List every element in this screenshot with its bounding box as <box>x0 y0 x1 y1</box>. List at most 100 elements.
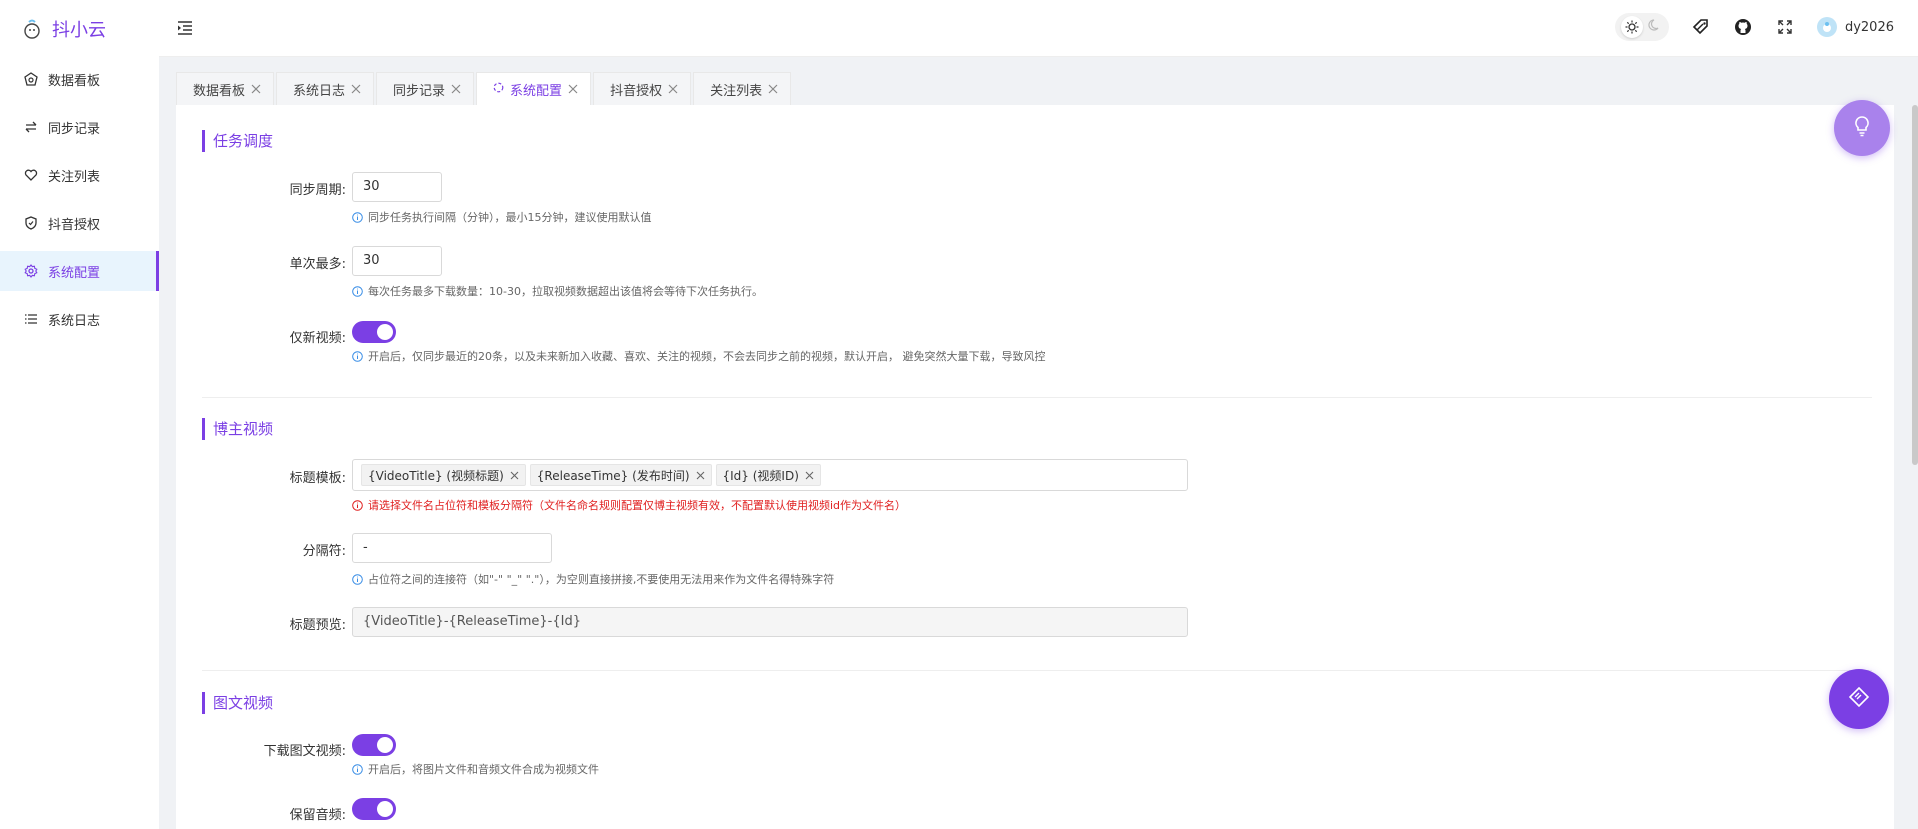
sync-icon <box>24 120 38 134</box>
tag-label: {ReleaseTime} (发布时间) <box>536 468 690 483</box>
sidebar-item-auth[interactable]: 抖音授权 <box>0 203 159 243</box>
sidebar: 抖小云 数据看板 同步记录 关注列表 抖音授权 系统配置 系统日志 <box>0 0 159 829</box>
hint-text: 占位符之间的连接符（如"-" "_" "."），为空则直接拼接,不要使用无法用来… <box>368 573 835 586</box>
close-icon[interactable] <box>568 84 578 94</box>
cloud-mascot-icon <box>22 18 42 40</box>
sidebar-item-label: 系统配置 <box>48 265 101 281</box>
section-divider <box>202 670 1872 671</box>
theme-toggle[interactable] <box>1614 13 1669 41</box>
sidebar-item-follow[interactable]: 关注列表 <box>0 155 159 195</box>
tab-sync[interactable]: 同步记录 <box>376 72 475 105</box>
keep-audio-switch[interactable] <box>352 798 396 820</box>
brand[interactable]: 抖小云 <box>0 0 159 57</box>
tag-icon[interactable] <box>1691 17 1711 37</box>
sync-period-hint: 同步任务执行间隔（分钟），最小15分钟，建议使用默认值 <box>352 209 652 225</box>
top-header: dy2026 <box>159 0 1918 57</box>
title-template-label: 标题模板: <box>289 471 346 486</box>
max-per-run-hint: 每次任务最多下载数量：10-30，拉取视频数据超出该值将会等待下次任务执行。 <box>352 283 763 299</box>
close-icon[interactable] <box>696 471 705 480</box>
sidebar-item-label: 关注列表 <box>48 169 101 185</box>
tab-label: 抖音授权 <box>610 83 663 99</box>
page-tabs: 数据看板 系统日志 同步记录 系统配置 抖音授权 关注列表 <box>176 72 792 105</box>
sidebar-item-dashboard[interactable]: 数据看板 <box>0 59 159 99</box>
tab-label: 数据看板 <box>193 83 246 99</box>
download-image-video-hint: 开启后，将图片文件和音频文件合成为视频文件 <box>352 761 599 777</box>
tab-auth[interactable]: 抖音授权 <box>593 72 692 105</box>
hint-text: 请选择文件名占位符和模板分隔符（文件名命名规则配置仅博主视频有效，不配置默认使用… <box>368 499 907 512</box>
list-icon <box>24 312 38 326</box>
tag-label: {Id} (视频ID) <box>722 468 799 483</box>
tag-label: {VideoTitle} (视频标题) <box>368 468 504 483</box>
sync-period-label: 同步周期: <box>289 183 346 198</box>
hint-text: 开启后，仅同步最近的20条，以及未来新加入收藏、喜欢、关注的视频，不会去同步之前… <box>368 350 1046 363</box>
section-title-blogger: 博主视频 <box>202 418 273 440</box>
sidebar-item-label: 同步记录 <box>48 121 101 137</box>
tab-settings[interactable]: 系统配置 <box>476 72 592 105</box>
settings-content: 任务调度 同步周期: 30 同步任务执行间隔（分钟），最小15分钟，建议使用默认… <box>176 105 1894 829</box>
title-template-hint: 请选择文件名占位符和模板分隔符（文件名命名规则配置仅博主视频有效，不配置默认使用… <box>352 497 906 513</box>
separator-label: 分隔符: <box>302 544 346 559</box>
sun-icon <box>1621 16 1644 38</box>
info-icon <box>352 211 363 223</box>
sidebar-item-sync[interactable]: 同步记录 <box>0 107 159 147</box>
download-image-video-switch[interactable] <box>352 734 396 756</box>
tab-dashboard[interactable]: 数据看板 <box>176 72 275 105</box>
info-icon <box>352 285 363 297</box>
info-icon <box>352 573 363 585</box>
fullscreen-icon[interactable] <box>1775 17 1795 37</box>
max-per-run-input[interactable]: 30 <box>352 246 442 276</box>
sidebar-item-settings[interactable]: 系统配置 <box>0 251 159 291</box>
tab-logs[interactable]: 系统日志 <box>276 72 375 105</box>
title-template-select[interactable]: {VideoTitle} (视频标题) {ReleaseTime} (发布时间)… <box>352 459 1188 491</box>
close-icon[interactable] <box>251 84 261 94</box>
sidebar-item-label: 数据看板 <box>48 73 101 89</box>
brand-title: 抖小云 <box>52 19 106 41</box>
sidebar-item-label: 系统日志 <box>48 313 101 329</box>
keep-audio-label: 保留音频: <box>289 808 346 823</box>
tab-follow[interactable]: 关注列表 <box>693 72 792 105</box>
tab-label: 关注列表 <box>710 83 763 99</box>
theme-fab[interactable] <box>1829 669 1889 729</box>
close-icon[interactable] <box>510 471 519 480</box>
template-tag: {ReleaseTime} (发布时间) <box>529 464 712 486</box>
lightbulb-icon <box>1852 115 1872 141</box>
hint-text: 开启后，将图片文件和音频文件合成为视频文件 <box>368 763 599 776</box>
app-root: 抖小云 数据看板 同步记录 关注列表 抖音授权 系统配置 系统日志 dy2026… <box>0 0 1918 829</box>
only-new-label: 仅新视频: <box>289 331 346 346</box>
info-icon <box>352 763 363 775</box>
tab-label: 系统配置 <box>510 83 563 99</box>
section-divider <box>202 397 1872 398</box>
tab-label: 系统日志 <box>293 83 346 99</box>
heart-icon <box>24 168 38 182</box>
sidebar-item-logs[interactable]: 系统日志 <box>0 299 159 339</box>
hint-text: 每次任务最多下载数量：10-30，拉取视频数据超出该值将会等待下次任务执行。 <box>368 285 763 298</box>
close-icon[interactable] <box>805 471 814 480</box>
github-icon[interactable] <box>1733 17 1753 37</box>
menu-collapse-icon[interactable] <box>175 18 195 38</box>
tab-label: 同步记录 <box>393 83 446 99</box>
tips-fab[interactable] <box>1834 100 1890 156</box>
scrollbar[interactable] <box>1912 105 1918 465</box>
close-icon[interactable] <box>351 84 361 94</box>
only-new-hint: 开启后，仅同步最近的20条，以及未来新加入收藏、喜欢、关注的视频，不会去同步之前… <box>352 348 1046 364</box>
gear-icon <box>24 264 38 278</box>
close-icon[interactable] <box>451 84 461 94</box>
close-icon[interactable] <box>668 84 678 94</box>
user-name: dy2026 <box>1844 19 1894 35</box>
title-preview-field: {VideoTitle}-{ReleaseTime}-{Id} <box>352 607 1188 637</box>
dashboard-icon <box>24 72 38 86</box>
separator-input[interactable]: - <box>352 533 552 563</box>
avatar <box>1816 17 1837 37</box>
user-menu[interactable]: dy2026 <box>1816 17 1894 37</box>
close-icon[interactable] <box>768 84 778 94</box>
sync-period-input[interactable]: 30 <box>352 172 442 202</box>
only-new-switch[interactable] <box>352 321 396 343</box>
hint-text: 同步任务执行间隔（分钟），最小15分钟，建议使用默认值 <box>368 211 652 224</box>
max-per-run-label: 单次最多: <box>289 257 346 272</box>
palette-icon <box>1848 686 1870 712</box>
separator-hint: 占位符之间的连接符（如"-" "_" "."），为空则直接拼接,不要使用无法用来… <box>352 571 834 587</box>
sidebar-menu: 数据看板 同步记录 关注列表 抖音授权 系统配置 系统日志 <box>0 59 159 339</box>
preview-label: 标题预览: <box>289 618 346 633</box>
shield-icon <box>24 216 38 230</box>
template-tag: {VideoTitle} (视频标题) <box>361 464 526 486</box>
